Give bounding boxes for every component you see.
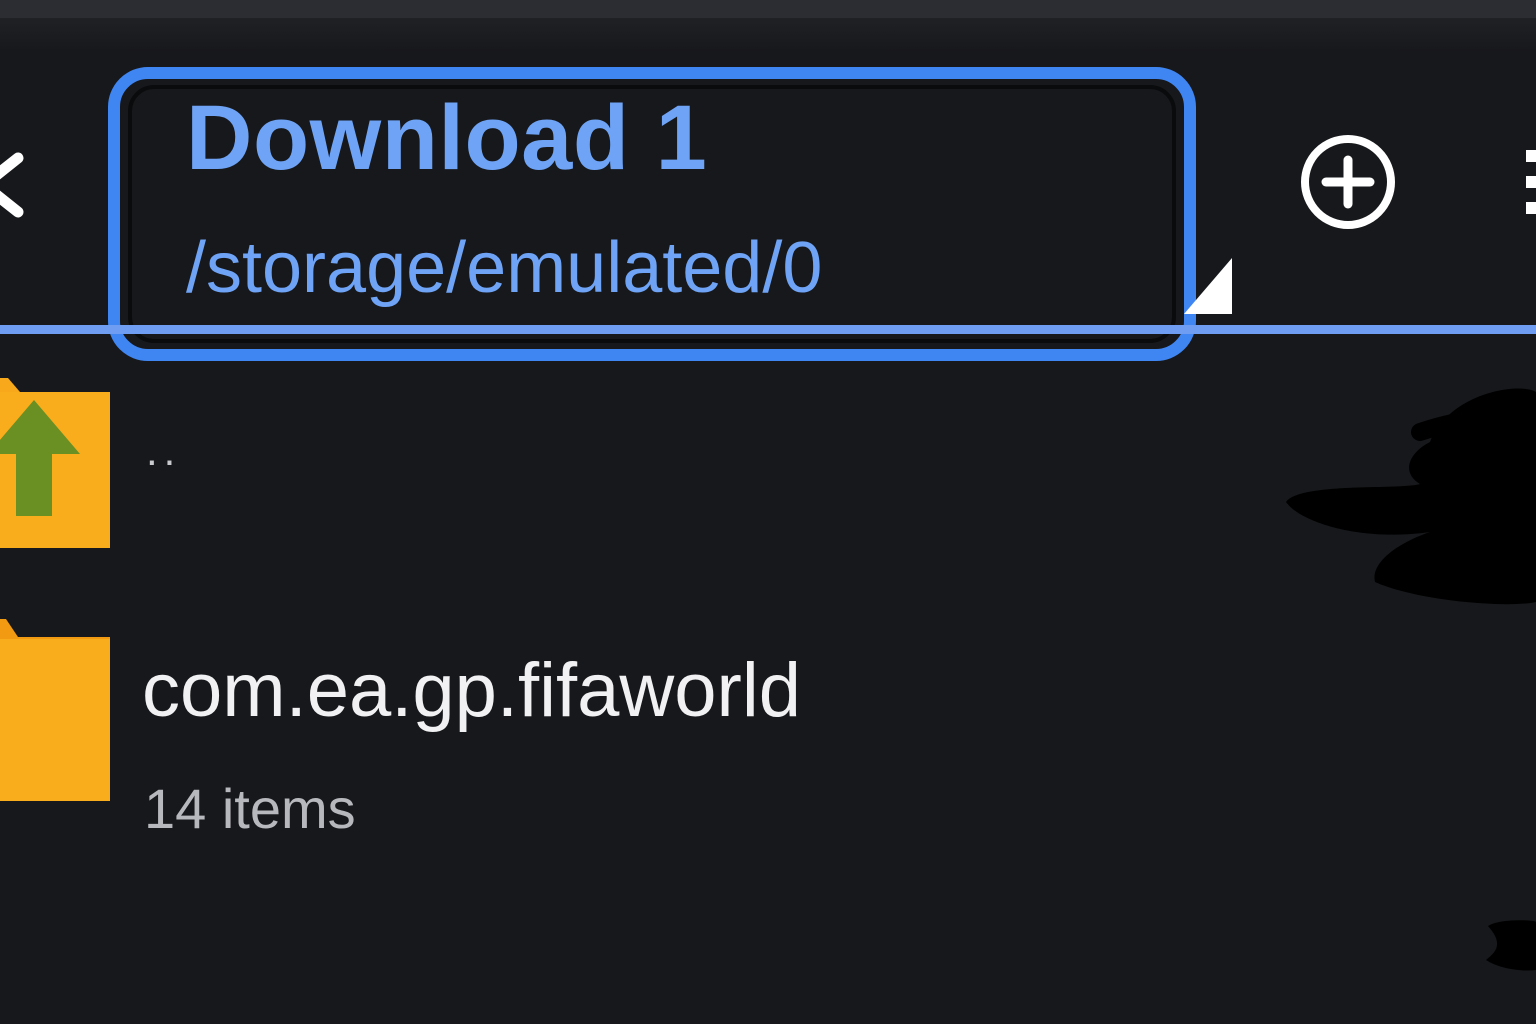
redaction-scribble-small [1480, 910, 1536, 974]
parent-directory-label: .. [146, 427, 182, 474]
status-bar-shadow [0, 18, 1536, 52]
location-highlight [108, 67, 1196, 361]
add-circle-icon [1301, 135, 1395, 229]
dropdown-indicator-icon[interactable] [1180, 258, 1232, 314]
folder-name: com.ea.gp.fifaworld [142, 648, 801, 733]
folder-icon [0, 615, 110, 801]
back-button[interactable] [0, 140, 40, 230]
add-button[interactable] [1296, 130, 1400, 234]
status-bar [0, 0, 1536, 18]
redaction-scribble [1280, 372, 1536, 612]
more-vert-icon [1526, 150, 1536, 214]
file-manager-screen: Download 1 /storage/emulated/0 .. com.ea… [0, 0, 1536, 1024]
chevron-left-icon [0, 152, 24, 218]
list-item-folder[interactable]: com.ea.gp.fifaworld 14 items [0, 615, 1536, 845]
folder-item-count: 14 items [144, 777, 356, 840]
location-highlight-inner [128, 85, 1176, 343]
toolbar-underline [0, 325, 1536, 334]
folder-up-icon [0, 370, 110, 550]
more-options-button[interactable] [1520, 150, 1536, 216]
